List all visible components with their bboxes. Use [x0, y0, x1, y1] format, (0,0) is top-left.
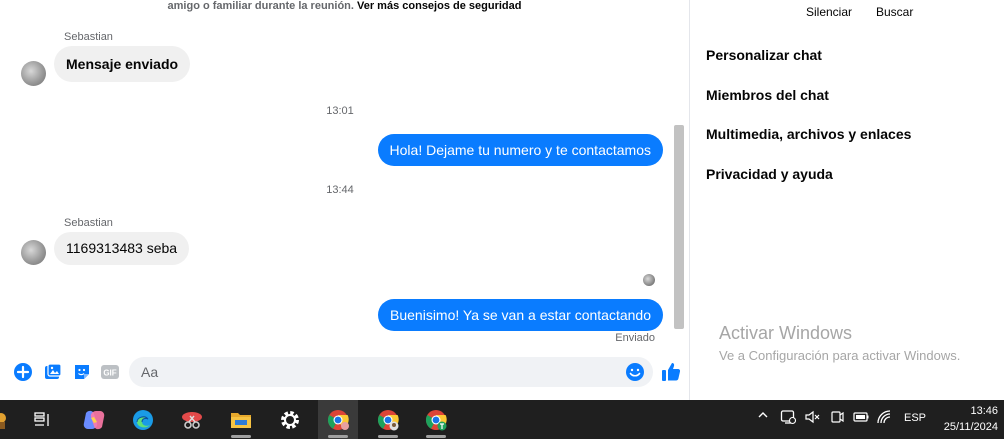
message-status: Enviado: [615, 332, 655, 344]
activate-windows-subtitle: Ve a Configuración para activar Windows.: [719, 348, 961, 363]
safety-tips-link[interactable]: Ver más consejos de seguridad: [357, 0, 521, 12]
sender-name: Sebastian: [64, 217, 113, 229]
sender-name: Sebastian: [64, 31, 113, 43]
sticker-icon[interactable]: [72, 362, 92, 382]
task-view-icon[interactable]: [23, 400, 63, 439]
file-explorer-icon[interactable]: [221, 400, 261, 439]
clock-time: 13:46: [970, 405, 998, 417]
safety-notice: amigo o familiar durante la reunión. Ver…: [0, 0, 689, 12]
outgoing-message[interactable]: Buenisimo! Ya se van a estar contactando: [378, 299, 663, 331]
like-icon[interactable]: [660, 361, 682, 383]
start-icon[interactable]: [0, 400, 14, 439]
taskbar: ESP 13:46 25/11/2024: [0, 400, 1004, 439]
volume-muted-icon[interactable]: [804, 409, 820, 428]
customize-chat-item[interactable]: Personalizar chat: [706, 47, 822, 63]
copilot-icon[interactable]: [74, 400, 114, 439]
chat-scrollbar[interactable]: [674, 125, 684, 329]
gif-label: GIF: [103, 369, 116, 378]
edge-icon[interactable]: [123, 400, 163, 439]
snipping-icon[interactable]: [172, 400, 212, 439]
clock[interactable]: 13:46 25/11/2024: [944, 403, 998, 435]
wifi-icon[interactable]: [876, 409, 892, 428]
language-indicator[interactable]: ESP: [904, 412, 926, 424]
privacy-help-item[interactable]: Privacidad y ayuda: [706, 166, 833, 182]
camera-icon[interactable]: [829, 409, 845, 428]
incoming-message[interactable]: 1169313483 seba: [54, 232, 190, 265]
photo-icon[interactable]: [43, 362, 63, 382]
seen-avatar: [643, 274, 655, 286]
message-input[interactable]: [129, 357, 653, 387]
incoming-message[interactable]: Mensaje enviado: [54, 46, 191, 82]
chevron-up-icon[interactable]: [757, 409, 769, 424]
screen: amigo o familiar durante la reunión. Ver…: [0, 0, 1004, 439]
activate-windows-title: Activar Windows: [719, 323, 853, 343]
safety-notice-text: amigo o familiar durante la reunión.: [167, 0, 354, 12]
emoji-icon[interactable]: [625, 362, 645, 382]
battery-icon[interactable]: [852, 409, 870, 428]
chrome-icon[interactable]: [318, 400, 358, 439]
clock-date: 25/11/2024: [943, 421, 998, 433]
chat-details-panel: Silenciar Buscar Personalizar chat Miemb…: [691, 0, 1004, 400]
add-icon[interactable]: [13, 362, 33, 382]
avatar[interactable]: [21, 240, 46, 265]
chrome-icon[interactable]: [368, 400, 408, 439]
settings-icon[interactable]: [270, 400, 310, 439]
mute-action[interactable]: Silenciar: [806, 5, 852, 19]
meet-now-icon[interactable]: [780, 409, 797, 428]
timestamp: 13:44: [326, 184, 354, 196]
timestamp: 13:01: [326, 105, 354, 117]
chat-members-item[interactable]: Miembros del chat: [706, 87, 829, 103]
outgoing-message[interactable]: Hola! Dejame tu numero y te contactamos: [377, 134, 663, 166]
chat-panel: amigo o familiar durante la reunión. Ver…: [0, 0, 690, 400]
avatar[interactable]: [21, 61, 46, 86]
gif-icon[interactable]: GIF: [100, 362, 120, 382]
media-files-links-item[interactable]: Multimedia, archivos y enlaces: [706, 126, 911, 142]
search-action[interactable]: Buscar: [876, 5, 913, 19]
chrome-icon[interactable]: [416, 400, 456, 439]
